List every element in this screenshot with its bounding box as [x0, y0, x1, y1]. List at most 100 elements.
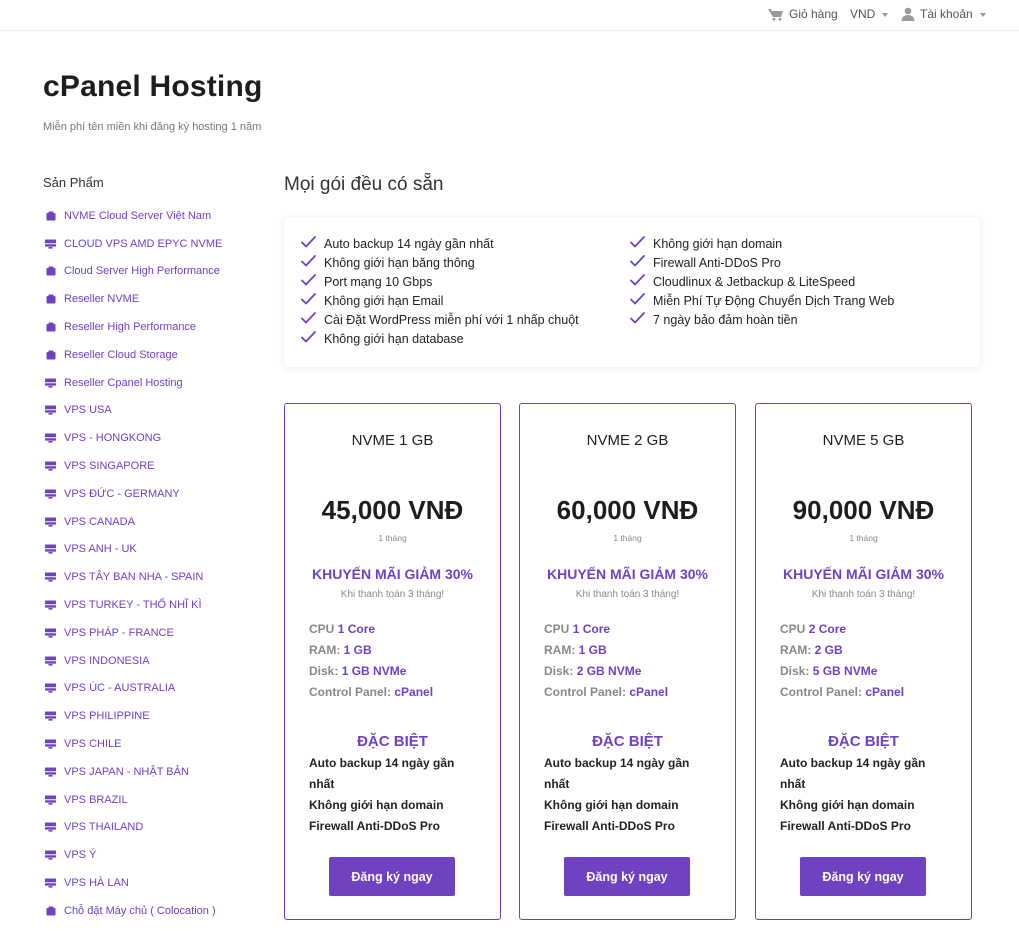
billing-cycle: 1 tháng	[378, 533, 407, 543]
special-feature: Auto backup 14 ngày gần nhất	[780, 756, 926, 791]
sidebar-item-label: VPS PHILIPPINE	[64, 710, 150, 723]
special-feature: Auto backup 14 ngày gần nhất	[544, 756, 690, 791]
sidebar-item[interactable]: VPS TURKEY - THỔ NHĨ KÌ	[43, 591, 263, 619]
feature-text: 7 ngày bảo đảm hoàn tiền	[653, 312, 798, 327]
sidebar-item-label: CLOUD VPS AMD EPYC NVME	[64, 237, 223, 250]
spec-label: Disk:	[780, 664, 810, 678]
spec-label: Control Panel:	[780, 685, 863, 699]
sidebar-item[interactable]: VPS - HONGKONG	[43, 424, 263, 452]
promo-note: Khi thanh toán 3 tháng!	[575, 589, 680, 600]
check-icon	[630, 236, 653, 251]
sidebar-item-label: Chỗ đặt Máy chủ ( Colocation )	[64, 904, 216, 917]
server-icon	[45, 683, 56, 694]
feature-text: Không giới hạn domain	[653, 236, 783, 251]
cart-label: Giỏ hàng	[789, 7, 838, 21]
plan-name: NVME 5 GB	[822, 432, 905, 449]
sidebar-item[interactable]: VPS HÀ LAN	[43, 869, 263, 897]
top-bar: Giỏ hàng VND Tài khoản	[0, 0, 1019, 31]
server-icon	[45, 627, 56, 638]
check-icon	[301, 236, 324, 251]
sidebar-item[interactable]: VPS ĐỨC - GERMANY	[43, 480, 263, 508]
signup-button[interactable]: Đăng ký ngay	[564, 857, 690, 896]
check-icon	[630, 312, 653, 327]
page-title: cPanel Hosting	[43, 70, 263, 103]
plan-specs: CPU 1 Core RAM: 1 GB Disk: 1 GB NVMe Contro…	[309, 622, 433, 706]
sidebar-item[interactable]: VPS JAPAN - NHẬT BẢN	[43, 758, 263, 786]
spec-panel: Control Panel: cPanel	[780, 685, 904, 706]
special-features: Auto backup 14 ngày gần nhất Không giới h…	[544, 753, 714, 837]
feature-text: Không giới hạn băng thông	[324, 255, 475, 270]
currency-selector[interactable]: VND	[850, 7, 889, 21]
box-icon	[45, 349, 56, 360]
sidebar-item-label: Reseller Cloud Storage	[64, 348, 178, 361]
feature-text: Cloudlinux & Jetbackup & LiteSpeed	[653, 274, 856, 289]
spec-value: 1 Core	[572, 622, 611, 636]
server-icon	[45, 739, 56, 750]
spec-value: 2 Core	[808, 622, 847, 636]
sidebar-item-label: VPS CHILE	[64, 738, 122, 751]
sidebar-item[interactable]: VPS USA	[43, 397, 263, 425]
spec-ram: RAM: 1 GB	[309, 643, 433, 664]
sidebar-item[interactable]: VPS THAILAND	[43, 814, 263, 842]
special-feature: Auto backup 14 ngày gần nhất	[309, 756, 455, 791]
spec-value: 1 GB	[578, 643, 607, 657]
sidebar-item[interactable]: Reseller Cpanel Hosting	[43, 369, 263, 397]
server-icon	[45, 377, 56, 388]
sidebar-item[interactable]: VPS Ý	[43, 841, 263, 869]
signup-button[interactable]: Đăng ký ngay	[329, 857, 455, 896]
sidebar-item[interactable]: VPS SINGAPORE	[43, 452, 263, 480]
promo-title: KHUYẾN MÃI GIẢM 30%	[782, 566, 945, 582]
server-icon	[45, 433, 56, 444]
sidebar-item[interactable]: Cloud Server High Performance	[43, 258, 263, 286]
sidebar-item[interactable]: VPS INDONESIA	[43, 647, 263, 675]
plan-name: NVME 2 GB	[586, 432, 669, 449]
sidebar-item-label: Reseller Cpanel Hosting	[64, 376, 183, 389]
spec-label: RAM:	[309, 643, 341, 657]
account-menu[interactable]: Tài khoản	[901, 7, 986, 21]
special-title: ĐẶC BIỆT	[592, 733, 663, 750]
chevron-down-icon	[882, 12, 889, 17]
spec-disk: Disk: 5 GB NVMe	[780, 664, 904, 685]
sidebar-item[interactable]: VPS ANH - UK	[43, 536, 263, 564]
box-icon	[45, 294, 56, 305]
sidebar-item[interactable]: Reseller Cloud Storage	[43, 341, 263, 369]
spec-panel: Control Panel: cPanel	[309, 685, 433, 706]
sidebar-item[interactable]: Reseller High Performance	[43, 313, 263, 341]
check-icon	[630, 274, 653, 289]
sidebar-item[interactable]: Chỗ đặt Máy chủ ( Colocation )	[43, 897, 263, 925]
sidebar-heading: Sản Phẩm	[43, 175, 104, 190]
spec-value: 1 Core	[337, 622, 376, 636]
sidebar-item[interactable]: NVME Cloud Server Việt Nam	[43, 202, 263, 230]
billing-cycle: 1 tháng	[613, 533, 642, 543]
sidebar-item-label: VPS ANH - UK	[64, 543, 137, 556]
spec-label: RAM:	[780, 643, 812, 657]
cart-link[interactable]: Giỏ hàng	[768, 7, 838, 21]
special-feature: Firewall Anti-DDoS Pro	[309, 819, 440, 833]
sidebar-item[interactable]: VPS PHÁP - FRANCE	[43, 619, 263, 647]
sidebar-item[interactable]: VPS PHILIPPINE	[43, 702, 263, 730]
spec-disk: Disk: 2 GB NVMe	[544, 664, 668, 685]
box-icon	[45, 210, 56, 221]
sidebar-item[interactable]: VPS CANADA	[43, 508, 263, 536]
feature-text: Auto backup 14 ngày gần nhất	[324, 236, 494, 251]
feature-item: Không giới hạn băng thông	[301, 253, 579, 272]
feature-text: Firewall Anti-DDoS Pro	[653, 255, 781, 270]
plan-name: NVME 1 GB	[351, 432, 434, 449]
sidebar-item[interactable]: VPS ÚC - AUSTRALIA	[43, 675, 263, 703]
sidebar-item-label: NVME Cloud Server Việt Nam	[64, 209, 212, 222]
sidebar-item[interactable]: Reseller NVME	[43, 285, 263, 313]
special-feature: Không giới hạn domain	[309, 798, 444, 812]
sidebar-item-label: VPS CANADA	[64, 515, 135, 528]
sidebar-item[interactable]: VPS CHILE	[43, 730, 263, 758]
page-subtitle: Miễn phí tên miền khi đăng ký hosting 1 …	[43, 121, 262, 133]
sidebar-item[interactable]: VPS BRAZIL	[43, 786, 263, 814]
sidebar-item[interactable]: CLOUD VPS AMD EPYC NVME	[43, 230, 263, 258]
billing-cycle: 1 tháng	[849, 533, 878, 543]
spec-value: cPanel	[394, 685, 434, 699]
sidebar-item-label: VPS INDONESIA	[64, 654, 150, 667]
check-icon	[301, 255, 324, 270]
sidebar-item[interactable]: VPS TÂY BAN NHA - SPAIN	[43, 563, 263, 591]
sidebar-item-label: VPS SINGAPORE	[64, 460, 155, 473]
signup-button[interactable]: Đăng ký ngay	[800, 857, 926, 896]
promo-title: KHUYẾN MÃI GIẢM 30%	[311, 566, 474, 582]
